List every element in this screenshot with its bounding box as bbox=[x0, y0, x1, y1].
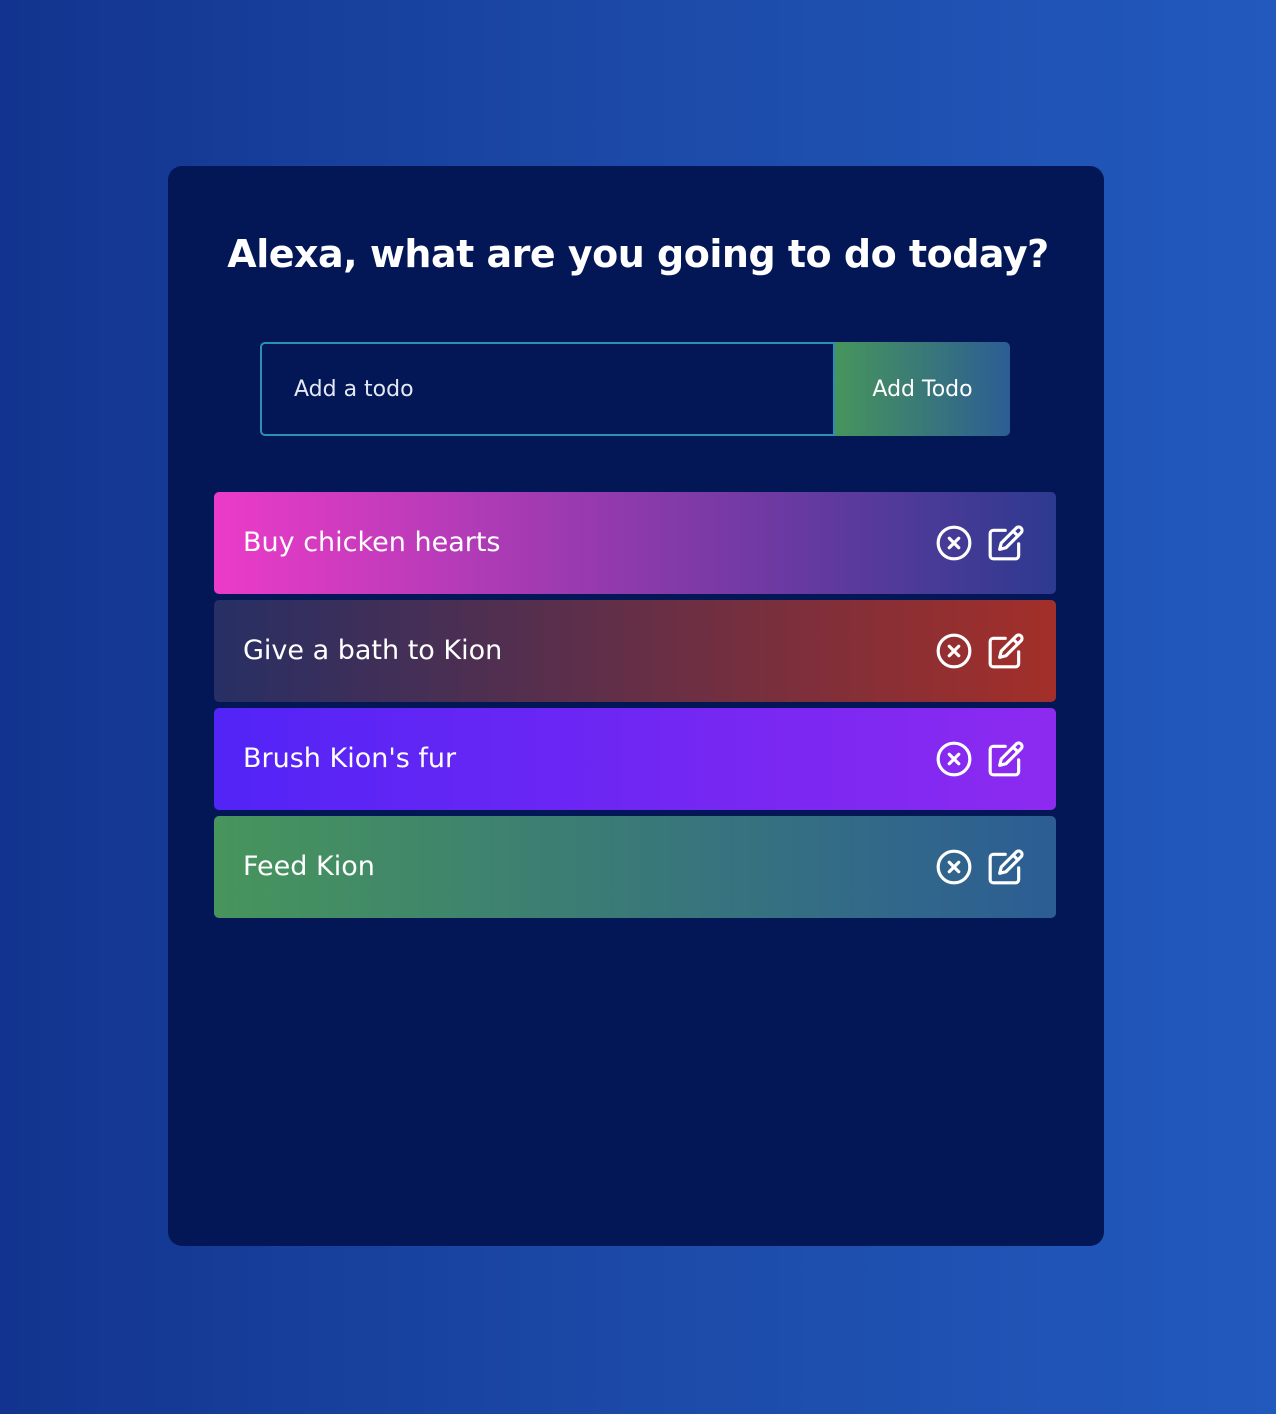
todo-row: Feed Kion bbox=[214, 816, 1056, 918]
close-circle-icon[interactable] bbox=[935, 524, 973, 562]
todo-text[interactable]: Feed Kion bbox=[243, 816, 375, 918]
edit-icon[interactable] bbox=[987, 632, 1025, 670]
edit-icon[interactable] bbox=[987, 848, 1025, 886]
todo-input[interactable] bbox=[260, 342, 835, 436]
todo-app-card bbox=[168, 166, 1104, 1246]
todo-text[interactable]: Buy chicken hearts bbox=[243, 492, 501, 594]
close-circle-icon[interactable] bbox=[935, 632, 973, 670]
edit-icon[interactable] bbox=[987, 524, 1025, 562]
edit-icon[interactable] bbox=[987, 740, 1025, 778]
todo-form: Add Todo bbox=[260, 342, 1010, 436]
todo-row: Give a bath to Kion bbox=[214, 600, 1056, 702]
close-circle-icon[interactable] bbox=[935, 848, 973, 886]
todo-text[interactable]: Brush Kion's fur bbox=[243, 708, 456, 810]
close-circle-icon[interactable] bbox=[935, 740, 973, 778]
todo-row: Buy chicken hearts bbox=[214, 492, 1056, 594]
add-todo-button[interactable]: Add Todo bbox=[835, 342, 1010, 436]
todo-row: Brush Kion's fur bbox=[214, 708, 1056, 810]
page-title: Alexa, what are you going to do today? bbox=[227, 232, 1049, 276]
todo-text[interactable]: Give a bath to Kion bbox=[243, 600, 502, 702]
